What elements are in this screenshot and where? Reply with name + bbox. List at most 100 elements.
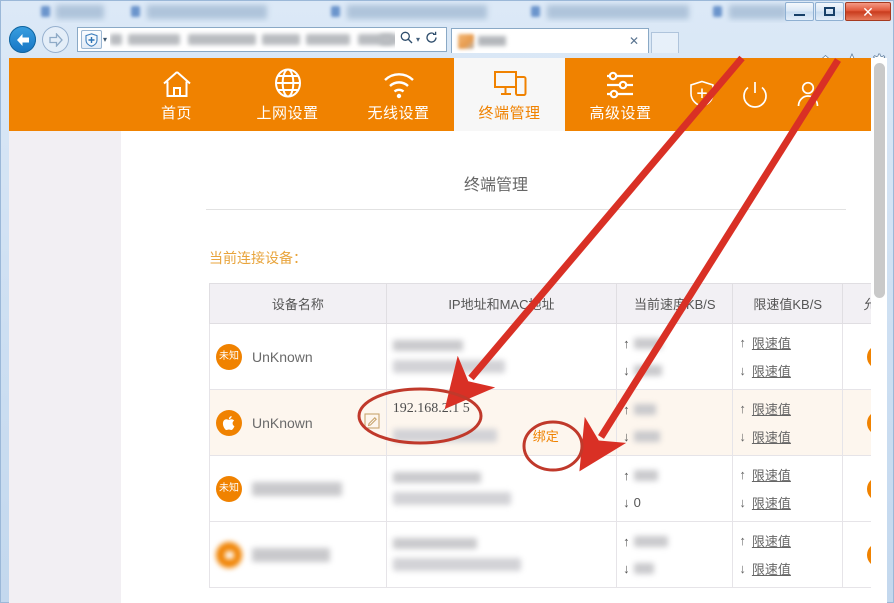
download-arrow-icon: ↓	[623, 561, 630, 576]
cell-speed-limit: ↑限速值 ↓限速值	[733, 456, 843, 522]
restore-button[interactable]	[815, 2, 844, 21]
table-header-row: 设备名称 IP地址和MAC地址 当前速度KB/S 限速值KB/S 允许上网	[210, 284, 888, 324]
bind-link[interactable]: 绑定	[533, 426, 559, 445]
apple-icon	[216, 410, 242, 436]
upload-arrow-icon: ↑	[739, 335, 746, 350]
download-limit-link[interactable]: 限速值	[752, 361, 791, 380]
section-label: 当前连接设备：	[209, 248, 307, 268]
cell-ip-mac	[386, 522, 616, 588]
scrollbar-thumb[interactable]	[874, 63, 885, 298]
ip-address-value: 192.168.2.1 5	[393, 401, 470, 417]
screenshot-root: ✕	[0, 0, 894, 603]
connected-devices-table: 设备名称 IP地址和MAC地址 当前速度KB/S 限速值KB/S 允许上网	[209, 283, 887, 588]
download-arrow-icon: ↓	[623, 429, 630, 444]
close-button[interactable]: ✕	[845, 2, 891, 21]
upload-arrow-icon: ↑	[623, 534, 630, 549]
address-input[interactable]	[110, 30, 395, 49]
user-icon[interactable]	[795, 80, 821, 113]
nav-item-label: 高级设置	[589, 102, 651, 123]
upload-speed-value	[634, 536, 668, 547]
table-row[interactable]: 未知	[210, 456, 888, 522]
upload-arrow-icon: ↑	[623, 402, 630, 417]
table-row[interactable]: ↑ ↓ ↑限速值 ↓限速值	[210, 522, 888, 588]
mac-address-value	[393, 492, 511, 505]
main-navigation: 首页 上网设置	[121, 58, 676, 131]
cell-ip-mac	[386, 324, 616, 390]
nav-item-label: 上网设置	[256, 102, 318, 123]
download-speed-value	[634, 563, 654, 574]
cell-ip-mac	[386, 456, 616, 522]
search-icon[interactable]	[395, 31, 418, 49]
close-icon: ✕	[862, 5, 874, 19]
table-row[interactable]: 未知 UnKnown	[210, 324, 888, 390]
upload-limit-link[interactable]: 限速值	[752, 531, 791, 550]
address-bar[interactable]: ▾ ▾	[77, 27, 447, 52]
download-limit-link[interactable]: 限速值	[752, 427, 791, 446]
mac-address-value	[393, 558, 521, 571]
cell-device-name: UnKnown	[210, 390, 387, 456]
minimize-button[interactable]	[785, 2, 814, 21]
site-favicon	[110, 34, 122, 45]
cell-speed-limit: ↑限速值 ↓限速值	[733, 522, 843, 588]
android-icon	[216, 542, 242, 568]
table-row[interactable]: UnKnown	[210, 390, 888, 456]
download-arrow-icon: ↓	[739, 495, 746, 510]
download-arrow-icon: ↓	[739, 429, 746, 444]
nav-item-device-management[interactable]: 终端管理	[454, 58, 565, 131]
new-tab-button[interactable]	[651, 32, 679, 53]
nav-item-home[interactable]: 首页	[121, 58, 232, 131]
download-arrow-icon: ↓	[623, 495, 630, 510]
column-header-device-name: 设备名称	[210, 284, 387, 324]
cell-ip-mac: 192.168.2.1 5 绑定	[386, 390, 616, 456]
device-name-label: UnKnown	[252, 349, 313, 365]
title-divider	[206, 209, 846, 210]
download-limit-link[interactable]: 限速值	[752, 493, 791, 512]
browser-tab-active[interactable]: ✕	[451, 28, 649, 53]
refresh-icon[interactable]	[420, 31, 443, 49]
upload-arrow-icon: ↑	[739, 401, 746, 416]
column-header-limit: 限速值KB/S	[733, 284, 843, 324]
unknown-device-icon: 未知	[216, 344, 242, 370]
shield-plus-icon[interactable]	[689, 80, 715, 113]
title-bar: ✕	[1, 1, 894, 23]
edit-icon[interactable]	[364, 413, 380, 432]
nav-item-internet-settings[interactable]: 上网设置	[232, 58, 343, 131]
compatibility-shield-icon[interactable]	[81, 30, 102, 49]
cell-device-name: 未知	[210, 456, 387, 522]
upload-limit-link[interactable]: 限速值	[752, 465, 791, 484]
page-viewport: 首页 上网设置	[9, 58, 887, 603]
cell-speed-limit: ↑ 限速值 ↓ 限速值	[733, 390, 843, 456]
devices-icon	[493, 66, 527, 99]
cell-current-speed: ↑ ↓	[617, 390, 733, 456]
mac-address-value	[393, 360, 505, 373]
download-speed-value	[634, 365, 662, 376]
page-title: 终端管理	[121, 171, 871, 195]
upload-arrow-icon: ↑	[623, 336, 630, 351]
home-icon	[161, 66, 193, 99]
back-button[interactable]	[9, 26, 36, 53]
unknown-device-icon: 未知	[216, 476, 242, 502]
mac-address-value	[393, 429, 497, 442]
upload-limit-link[interactable]: 限速值	[752, 399, 791, 418]
nav-utility-icons	[689, 80, 821, 113]
cell-current-speed: ↑ ↓	[617, 324, 733, 390]
nav-item-label: 终端管理	[478, 102, 540, 123]
download-arrow-icon: ↓	[739, 363, 746, 378]
nav-item-label: 无线设置	[367, 102, 429, 123]
upload-speed-value	[634, 470, 658, 481]
column-header-speed: 当前速度KB/S	[617, 284, 733, 324]
page-scrollbar[interactable]	[871, 58, 887, 603]
nav-item-wireless-settings[interactable]: 无线设置	[343, 58, 454, 131]
tab-close-icon[interactable]: ✕	[626, 34, 642, 48]
window-controls: ✕	[784, 2, 891, 22]
download-limit-link[interactable]: 限速值	[752, 559, 791, 578]
compatibility-dropdown-caret-icon[interactable]: ▾	[103, 35, 107, 44]
forward-button[interactable]	[42, 26, 69, 53]
download-arrow-icon: ↓	[739, 561, 746, 576]
device-name-label	[252, 482, 342, 496]
upload-speed-value	[634, 404, 656, 415]
device-name-label: UnKnown	[252, 415, 313, 431]
power-icon[interactable]	[742, 80, 768, 113]
nav-item-advanced-settings[interactable]: 高级设置	[565, 58, 676, 131]
upload-limit-link[interactable]: 限速值	[752, 333, 791, 352]
